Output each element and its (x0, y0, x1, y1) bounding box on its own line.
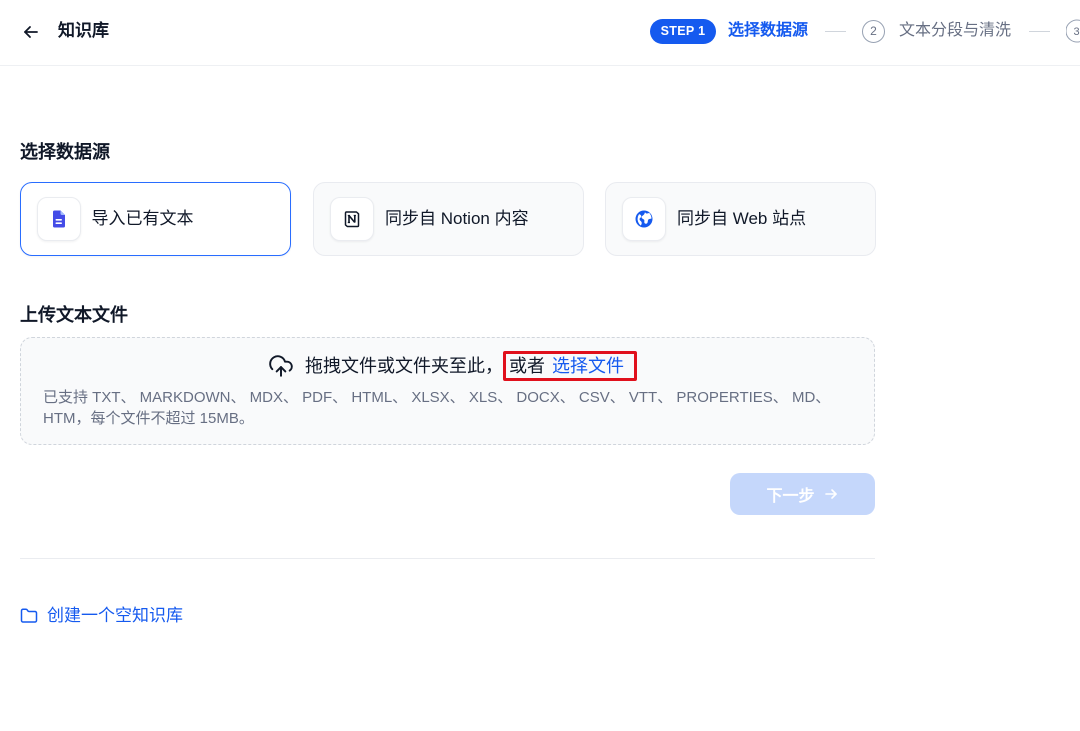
step-connector (825, 31, 846, 32)
file-dropzone[interactable]: 拖拽文件或文件夹至此， 或者 选择文件 已支持 TXT、 MARKDOWN、 M… (20, 337, 875, 445)
source-option-icon-box (330, 197, 374, 241)
source-option-web[interactable]: 同步自 Web 站点 (605, 182, 876, 256)
top-bar: 知识库 STEP 1 选择数据源 2 文本分段与清洗 3 (0, 0, 1080, 66)
next-step-button[interactable]: 下一步 (730, 473, 875, 515)
source-option-import-text[interactable]: 导入已有文本 (20, 182, 291, 256)
next-step-label: 下一步 (766, 488, 815, 505)
browse-files-link[interactable]: 选择文件 (552, 354, 624, 378)
source-option-label: 导入已有文本 (91, 209, 194, 228)
source-option-label: 同步自 Web 站点 (677, 209, 807, 228)
step-1-label: 选择数据源 (728, 22, 809, 39)
folder-icon (20, 608, 38, 623)
arrow-right-icon (824, 489, 837, 499)
step-2-badge: 2 (862, 20, 885, 43)
highlight-box: 或者 选择文件 (503, 351, 637, 381)
file-text-icon (52, 210, 65, 228)
step-connector (1029, 31, 1050, 32)
back-button[interactable] (20, 21, 42, 43)
upload-title: 上传文本文件 (20, 305, 128, 325)
page-title: 知识库 (58, 21, 109, 40)
arrow-left-icon (24, 26, 38, 38)
create-empty-label: 创建一个空知识库 (47, 606, 183, 625)
source-option-icon-box (36, 197, 81, 241)
source-option-label: 同步自 Notion 内容 (385, 209, 529, 228)
data-source-title: 选择数据源 (20, 142, 110, 162)
globe-icon (635, 210, 653, 228)
step-3-badge: 3 (1066, 19, 1080, 43)
notion-icon (344, 211, 360, 228)
source-option-notion[interactable]: 同步自 Notion 内容 (313, 182, 584, 256)
cloud-upload-icon (269, 355, 293, 377)
create-empty-dataset-link[interactable]: 创建一个空知识库 (20, 605, 183, 627)
step-2-label: 文本分段与清洗 (899, 22, 1012, 39)
dropzone-prompt: 拖拽文件或文件夹至此， 或者 选择文件 (268, 351, 637, 381)
divider (20, 558, 875, 559)
or-text: 或者 (509, 356, 545, 376)
supported-formats-text: 已支持 TXT、 MARKDOWN、 MDX、 PDF、 HTML、 XLSX、… (43, 389, 831, 427)
step-1-badge: STEP 1 (650, 19, 716, 44)
dropzone-text: 拖拽文件或文件夹至此， (305, 356, 503, 376)
step-3-number: 3 (1074, 26, 1080, 38)
source-option-icon-box (622, 197, 666, 241)
